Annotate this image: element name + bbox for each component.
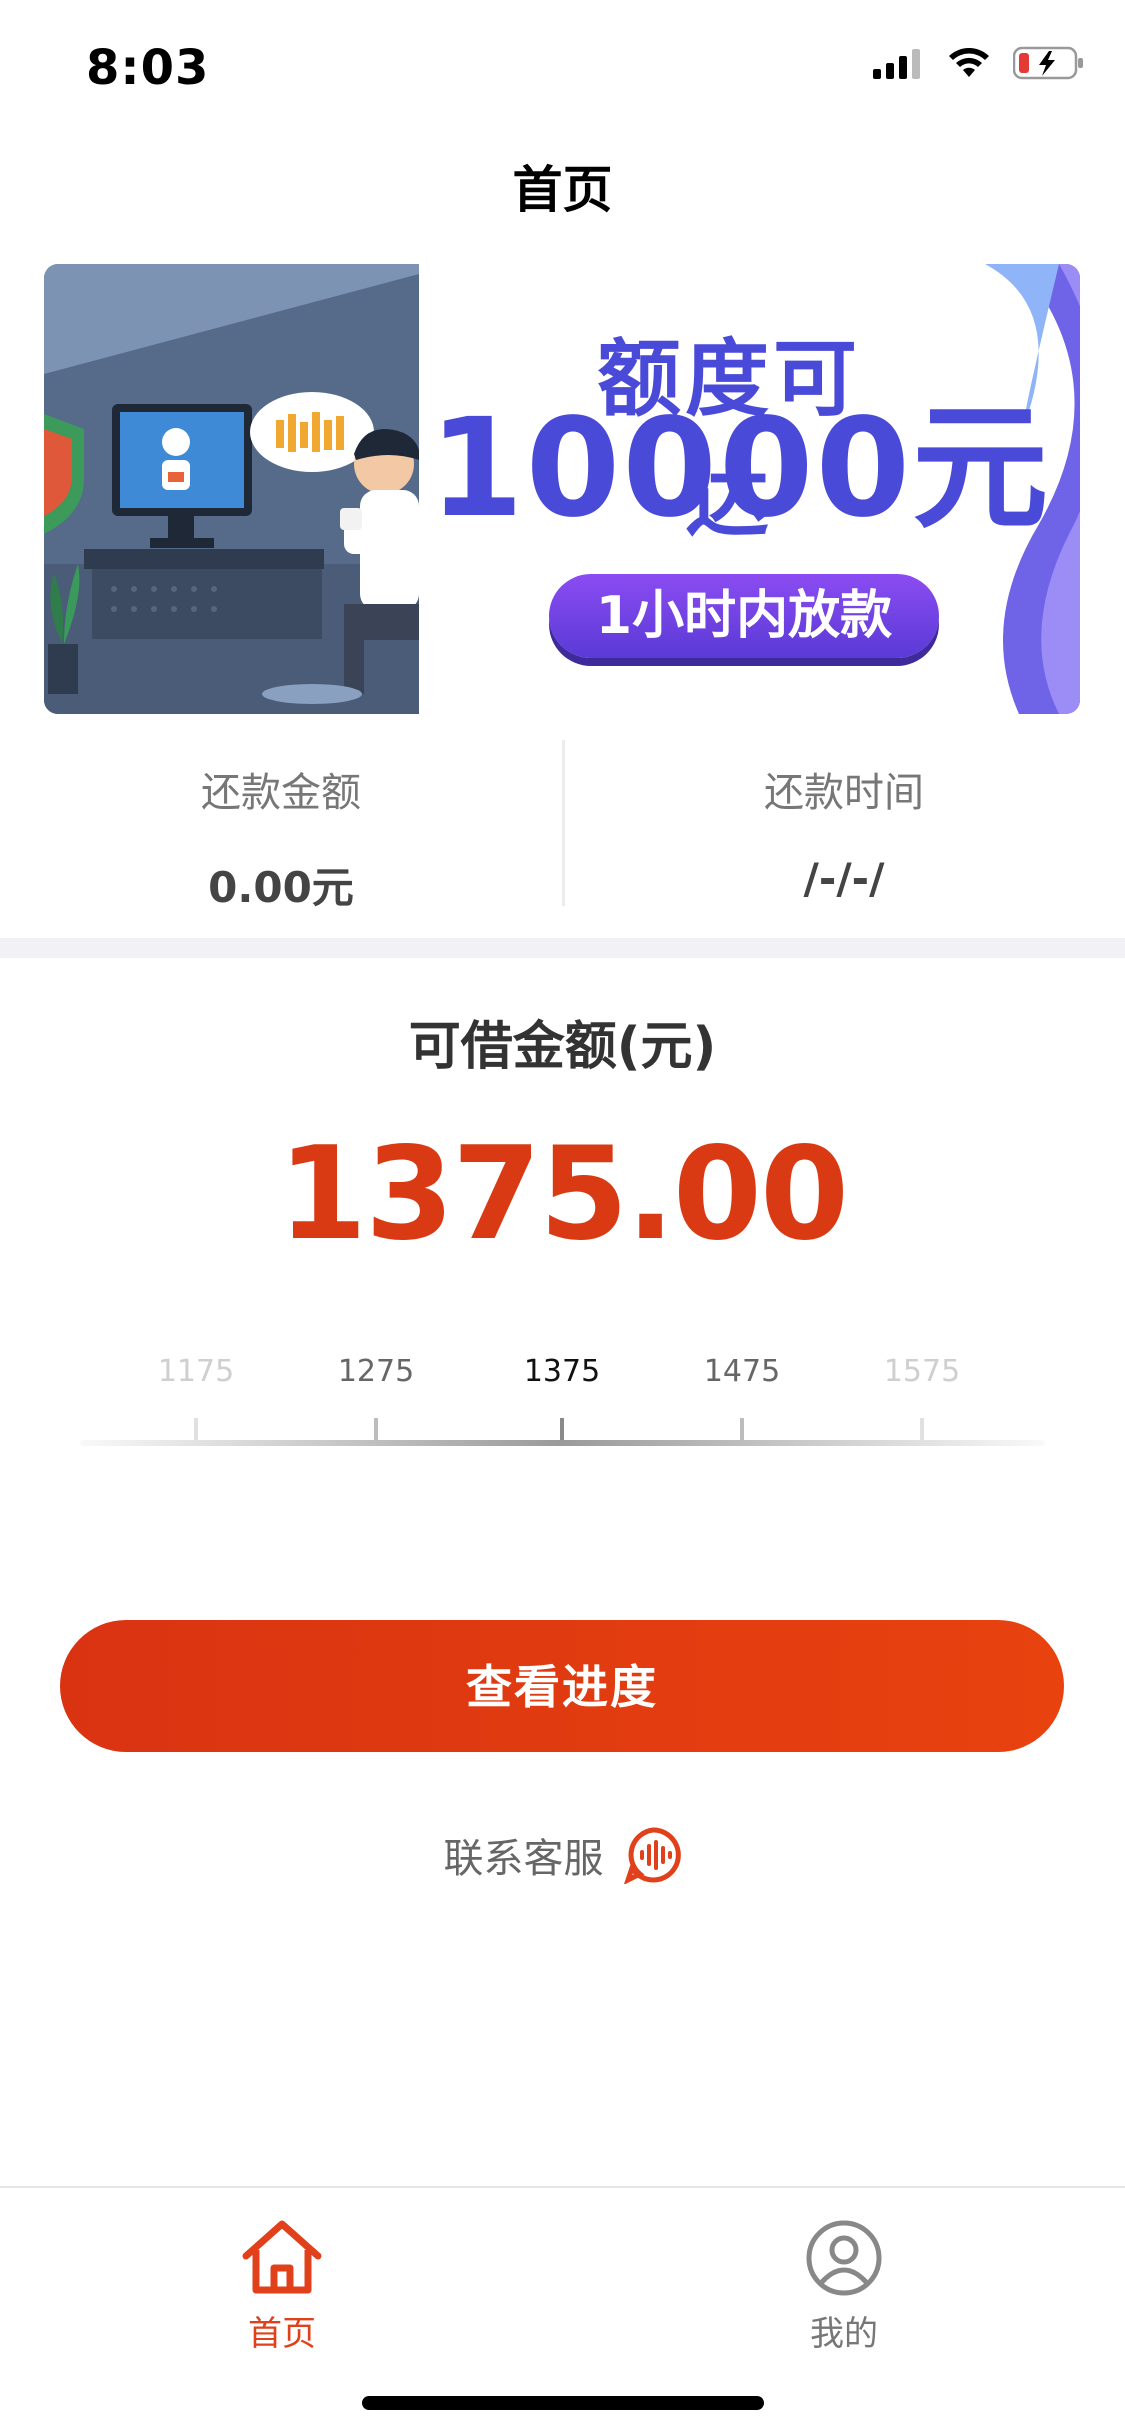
section-separator: [0, 938, 1125, 958]
amount-slider[interactable]: 1175 1275 1375 1475 1575: [80, 1340, 1045, 1460]
tab-home[interactable]: 首页: [132, 2218, 432, 2355]
tick-label-1575: 1575: [883, 1354, 961, 1389]
page-title: 首页: [512, 161, 613, 219]
repayment-amount-label: 还款金额: [201, 770, 361, 816]
banner-badge: 1小时内放款: [549, 574, 939, 658]
repayment-amount-block: 还款金额 0.00元: [0, 740, 562, 915]
repayment-amount-value: 0.00元: [208, 863, 354, 912]
borrow-amount-title: 可借金额(元): [408, 1017, 717, 1077]
status-time: 8:03: [86, 40, 210, 96]
voice-chat-icon: [623, 1827, 681, 1884]
user-icon: [806, 2220, 882, 2296]
tick-mark-selected: [560, 1418, 564, 1440]
tick-mark: [740, 1418, 744, 1440]
contact-support-link[interactable]: 联系客服: [0, 1826, 1125, 1884]
status-icons: [873, 46, 1085, 80]
status-bar: 8:03: [0, 0, 1125, 132]
tick-mark: [194, 1418, 198, 1440]
borrow-amount-value: 1375.00: [278, 1120, 849, 1269]
tick-label-1475: 1475: [703, 1354, 781, 1389]
battery-charging-icon: [1013, 46, 1083, 80]
tick-label-1375: 1375: [523, 1354, 601, 1389]
slider-track[interactable]: [80, 1440, 1045, 1446]
tick-mark: [920, 1418, 924, 1440]
repayment-date-value: /-/-/: [803, 854, 885, 903]
view-progress-button[interactable]: 查看进度: [60, 1620, 1064, 1752]
tab-mine-label: 我的: [810, 2314, 878, 2354]
wifi-icon: [949, 48, 989, 77]
tick-label-1275: 1275: [337, 1354, 415, 1389]
promo-banner[interactable]: 额度可达 10000元 1小时内放款: [44, 264, 1080, 714]
tab-home-label: 首页: [248, 2314, 316, 2354]
contact-support-label: 联系客服: [443, 1836, 604, 1882]
signal-icon: [873, 49, 920, 79]
tick-label-1175: 1175: [157, 1354, 235, 1389]
tick-mark: [374, 1418, 378, 1440]
banner-amount: 10000元: [429, 390, 1051, 548]
repayment-summary: 还款金额 0.00元 还款时间 /-/-/: [0, 740, 1125, 912]
banner-promo-panel: 额度可达 10000元 1小时内放款: [419, 264, 1080, 714]
tab-mine[interactable]: 我的: [694, 2218, 994, 2355]
customer-service-illustration: [44, 264, 419, 714]
repayment-date-label: 还款时间: [764, 770, 924, 816]
banner-illustration: [44, 264, 419, 714]
repayment-date-block: 还款时间 /-/-/: [563, 740, 1125, 903]
app-screen: 8:03 首页 额度可达 10000元 1小时内放款 还款金额 0.00元 还款…: [0, 0, 1125, 2436]
home-indicator[interactable]: [362, 2396, 764, 2410]
home-icon: [242, 2220, 322, 2294]
